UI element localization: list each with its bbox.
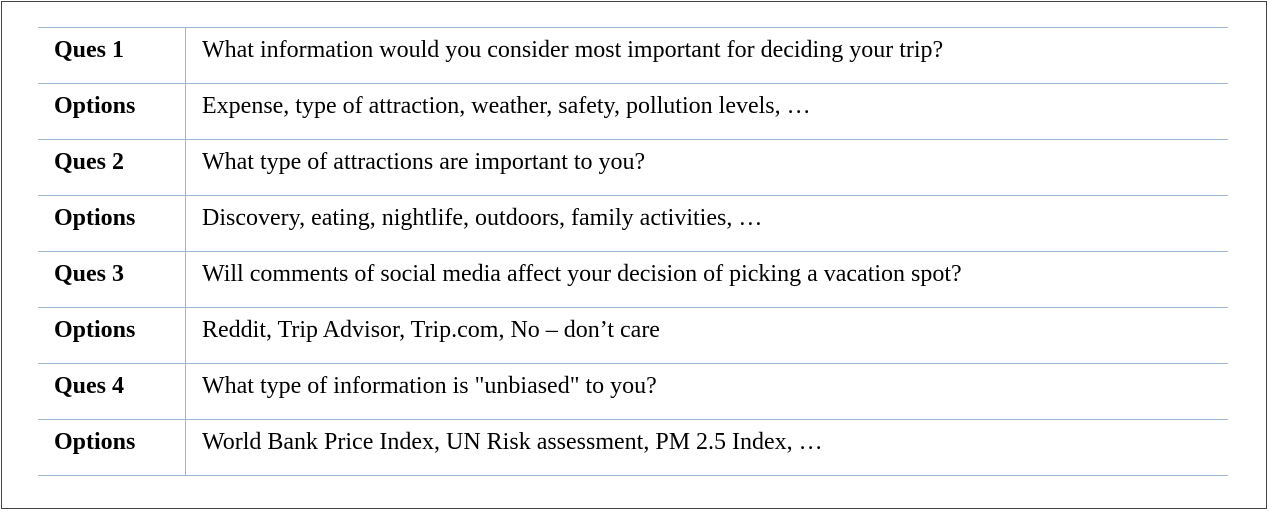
options-text: Expense, type of attraction, weather, sa… <box>185 83 1228 140</box>
table-row: Options Expense, type of attraction, wea… <box>38 83 1228 140</box>
options-label: Options <box>38 83 186 140</box>
table-row: Ques 3 Will comments of social media aff… <box>38 251 1228 308</box>
options-label: Options <box>38 195 186 252</box>
question-text: What type of attractions are important t… <box>185 139 1228 196</box>
options-text: Reddit, Trip Advisor, Trip.com, No – don… <box>185 307 1228 364</box>
document-frame: Ques 1 What information would you consid… <box>1 1 1267 509</box>
options-label: Options <box>38 419 186 476</box>
table-row: Ques 1 What information would you consid… <box>38 27 1228 84</box>
question-text: Will comments of social media affect you… <box>185 251 1228 308</box>
table-row: Options World Bank Price Index, UN Risk … <box>38 419 1228 476</box>
table-row: Options Discovery, eating, nightlife, ou… <box>38 195 1228 252</box>
options-label: Options <box>38 307 186 364</box>
question-label: Ques 3 <box>38 251 186 308</box>
survey-table: Ques 1 What information would you consid… <box>38 27 1228 476</box>
question-label: Ques 4 <box>38 363 186 420</box>
table-row: Ques 4 What type of information is "unbi… <box>38 363 1228 420</box>
question-label: Ques 1 <box>38 27 186 84</box>
options-text: Discovery, eating, nightlife, outdoors, … <box>185 195 1228 252</box>
question-text: What type of information is "unbiased" t… <box>185 363 1228 420</box>
table-row: Ques 2 What type of attractions are impo… <box>38 139 1228 196</box>
table-row: Options Reddit, Trip Advisor, Trip.com, … <box>38 307 1228 364</box>
options-text: World Bank Price Index, UN Risk assessme… <box>185 419 1228 476</box>
question-text: What information would you consider most… <box>185 27 1228 84</box>
question-label: Ques 2 <box>38 139 186 196</box>
